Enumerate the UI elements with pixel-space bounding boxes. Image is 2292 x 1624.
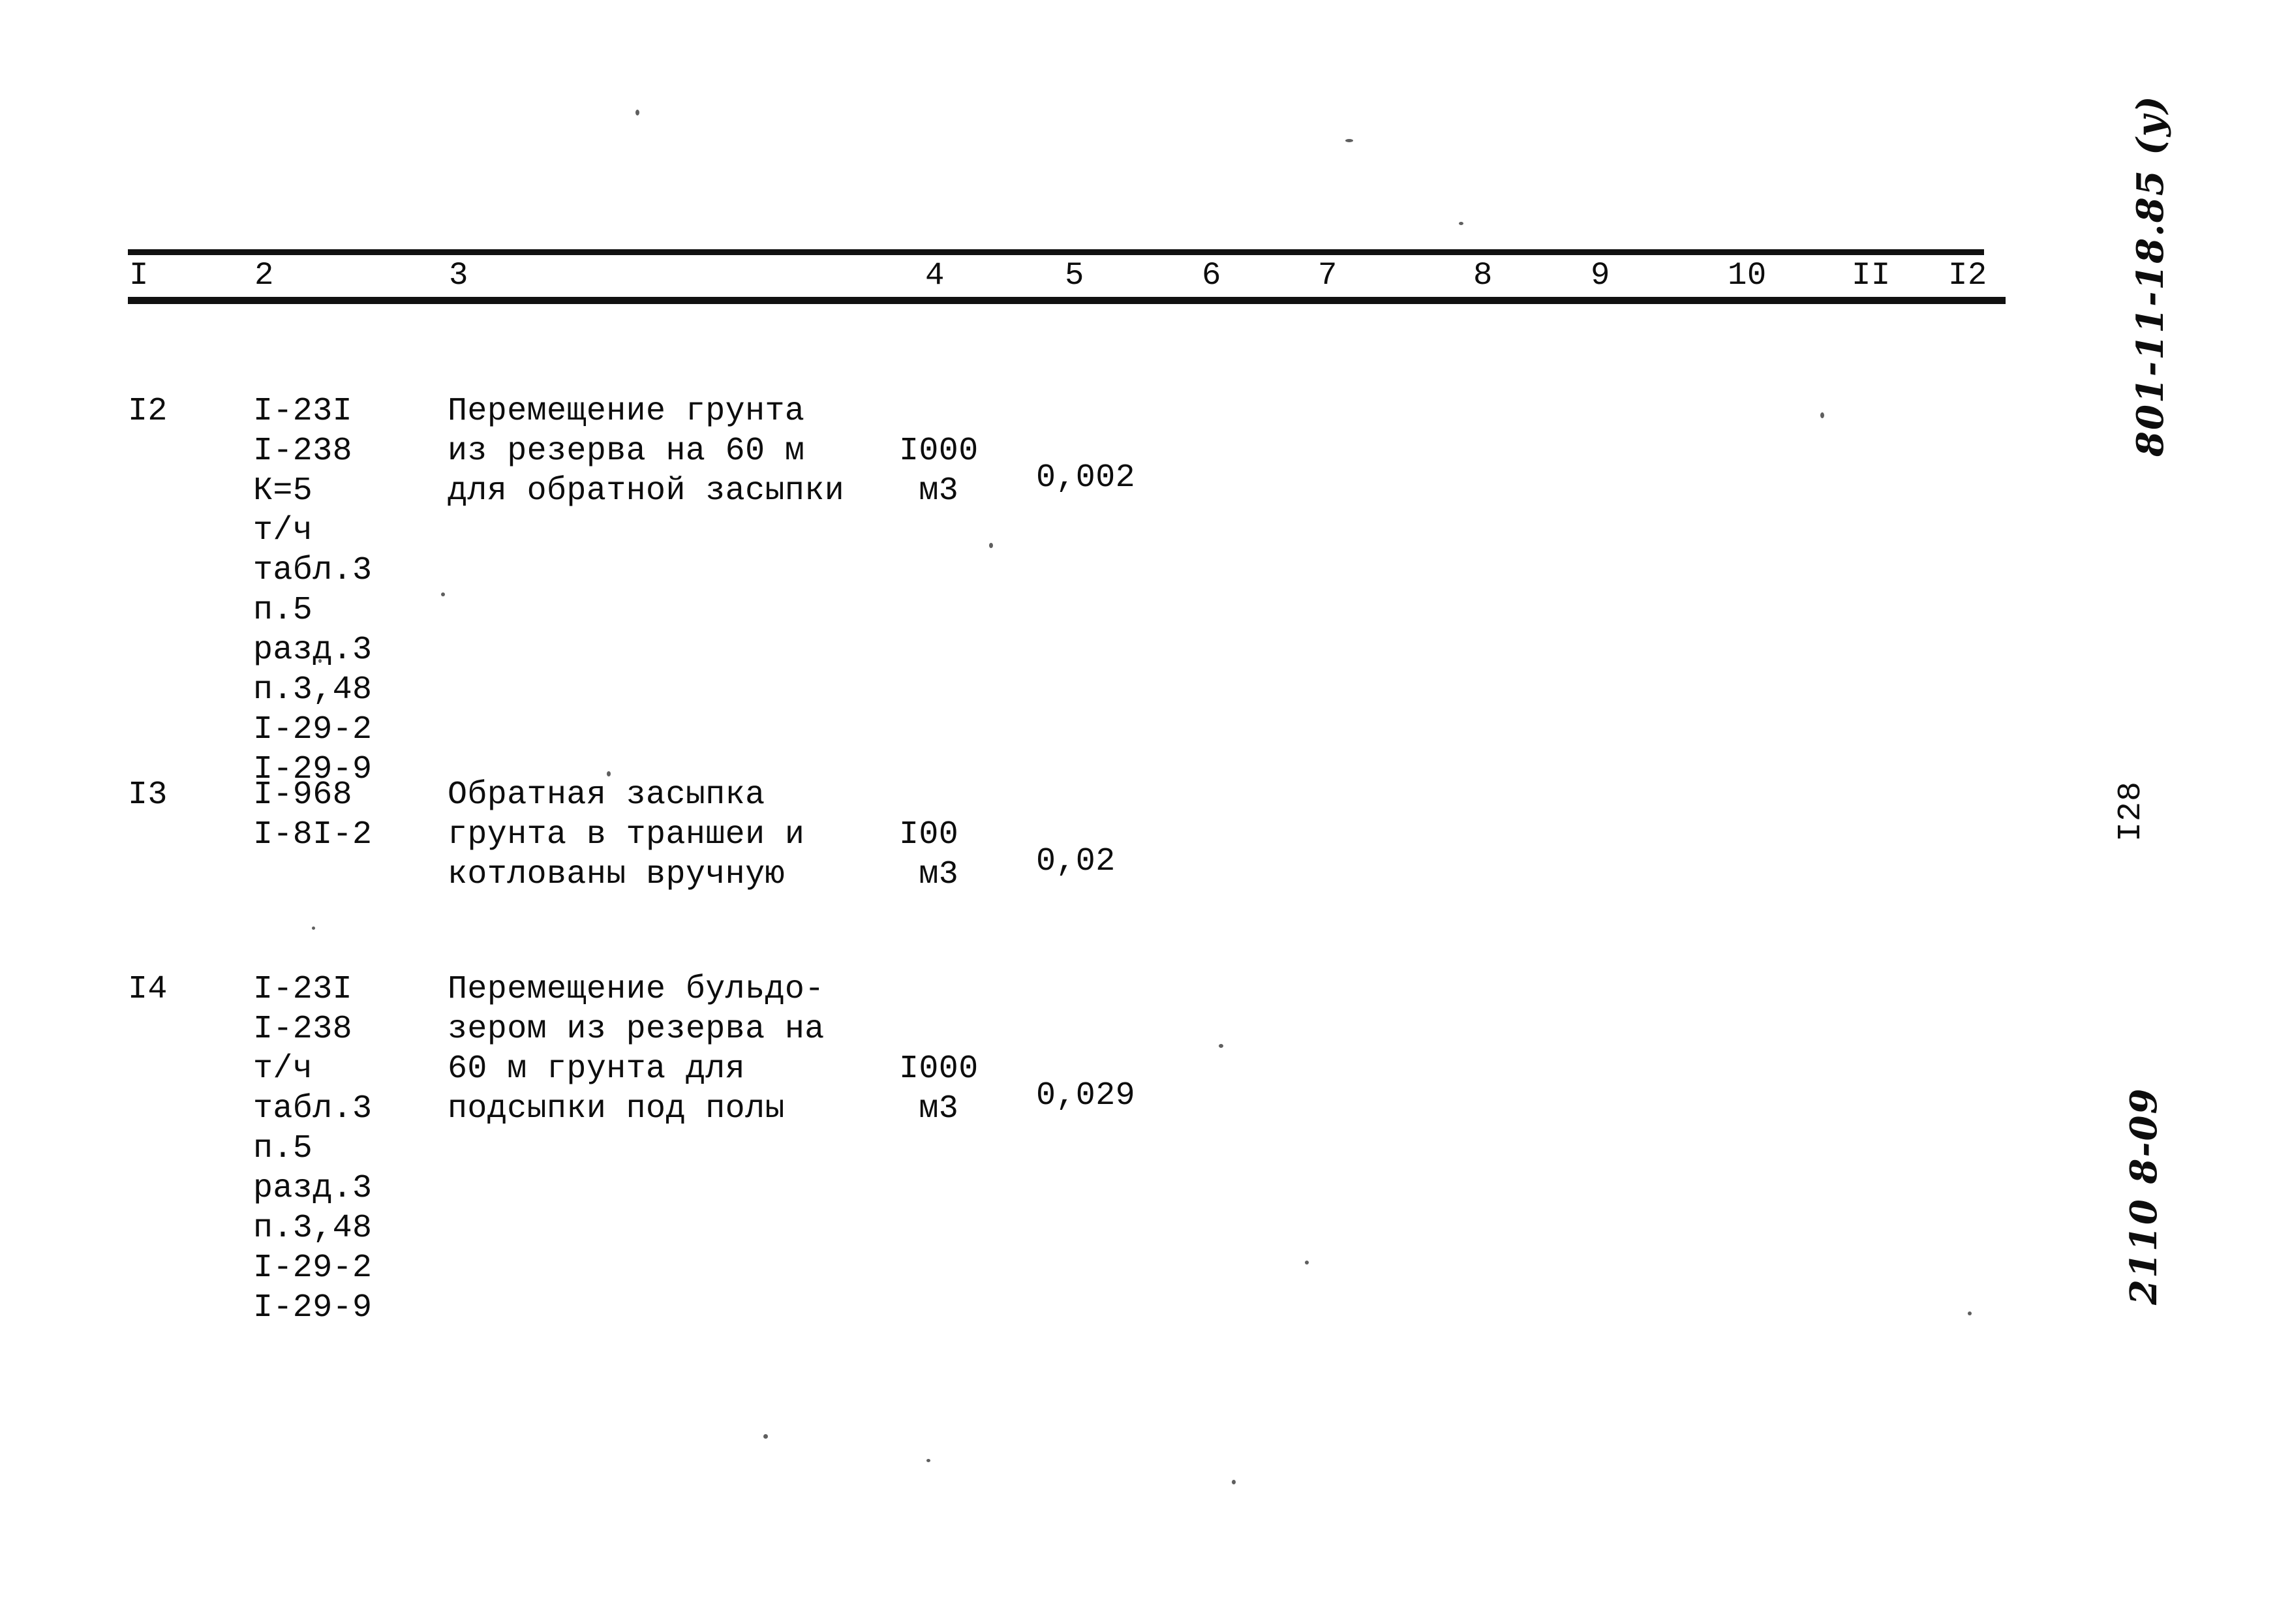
scan-speck	[763, 1434, 768, 1439]
column-header-9: 9	[1591, 257, 1610, 294]
table-row-12-unit: I000 м3	[899, 433, 979, 510]
scan-speck	[607, 771, 611, 776]
column-header-1: I	[129, 257, 149, 294]
scan-speck	[1968, 1311, 1972, 1315]
table-row-14-description: Перемещение бульдо- зером из резерва на …	[448, 971, 825, 1127]
table-row-14-quantity: 0,029	[1036, 1077, 1136, 1114]
table-row-13-codes: I-968 I-8I-2	[253, 776, 373, 853]
table-row-13-number: I3	[128, 776, 168, 814]
scan-speck	[926, 1459, 930, 1462]
table-row-12-quantity: 0,002	[1036, 459, 1136, 497]
margin-page-number: I28	[2113, 780, 2150, 842]
scan-speck	[1232, 1480, 1236, 1484]
scan-speck	[312, 927, 315, 930]
column-header-3: 3	[449, 257, 468, 294]
margin-code-bottom: 2110 8-09	[2122, 1087, 2165, 1306]
column-header-10: 10	[1728, 257, 1767, 294]
scan-speck	[1219, 1044, 1223, 1048]
scan-speck	[635, 110, 639, 115]
column-header-7: 7	[1318, 257, 1337, 294]
scan-speck	[1305, 1261, 1309, 1264]
scan-speck	[1345, 139, 1353, 142]
column-header-6: 6	[1202, 257, 1221, 294]
scanned-page: I 2 3 4 5 6 7 8 9 10 II I2 I2 I-23I I-23…	[0, 0, 2292, 1624]
table-row-14-number: I4	[128, 971, 168, 1008]
column-header-2: 2	[254, 257, 274, 294]
scan-speck	[441, 592, 445, 596]
table-row-12-description: Перемещение грунта из резерва на 60 м дл…	[448, 393, 845, 510]
scan-speck	[1820, 412, 1824, 418]
table-row-13-unit: I00 м3	[899, 816, 959, 893]
table-header-bottom-rule	[128, 297, 2006, 304]
column-header-12: I2	[1948, 257, 1987, 294]
scan-speck	[1459, 222, 1463, 225]
scan-speck	[318, 659, 322, 663]
table-row-13-quantity: 0,02	[1036, 843, 1116, 880]
column-header-5: 5	[1065, 257, 1084, 294]
scan-speck	[989, 543, 993, 548]
table-top-rule	[128, 249, 1984, 255]
column-header-8: 8	[1473, 257, 1493, 294]
column-header-4: 4	[925, 257, 945, 294]
table-row-12-number: I2	[128, 393, 168, 430]
margin-code-top: 801-11-18.85 (у)	[2129, 95, 2172, 457]
table-row-14-unit: I000 м3	[899, 1050, 979, 1127]
table-row-14-codes: I-23I I-238 т/ч табл.3 п.5 разд.3 п.3,48…	[253, 971, 373, 1326]
table-row-13-description: Обратная засыпка грунта в траншеи и котл…	[448, 776, 805, 893]
table-row-12-codes: I-23I I-238 К=5 т/ч табл.3 п.5 разд.3 п.…	[253, 393, 373, 788]
column-header-11: II	[1852, 257, 1891, 294]
